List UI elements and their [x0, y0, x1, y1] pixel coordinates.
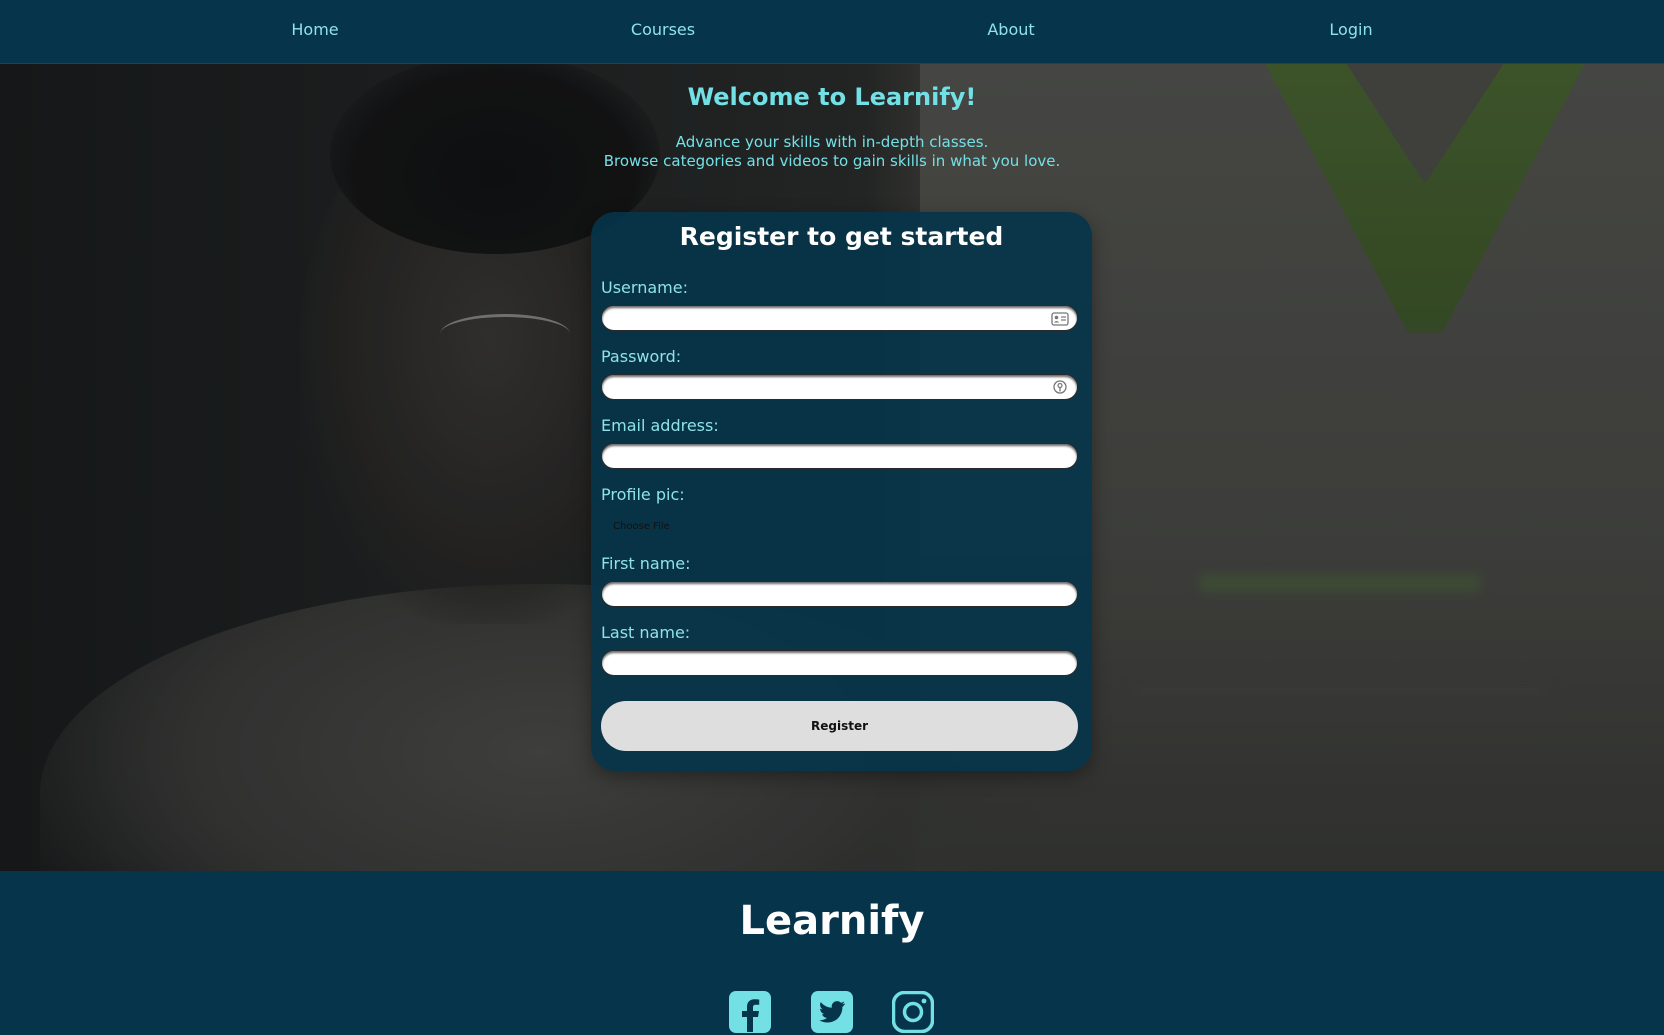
email-input[interactable]: [601, 443, 1078, 469]
welcome-subtitle-line1: Advance your skills with in-depth classe…: [675, 133, 989, 151]
username-label: Username:: [601, 278, 688, 297]
email-label: Email address:: [601, 416, 719, 435]
register-button[interactable]: Register: [601, 701, 1078, 751]
first-name-label: First name:: [601, 554, 691, 573]
footer: Learnify: [0, 871, 1664, 1035]
welcome-title: Welcome to Learnify!: [687, 83, 977, 111]
last-name-input[interactable]: [601, 650, 1078, 676]
facebook-icon[interactable]: [729, 991, 771, 1033]
last-name-label: Last name:: [601, 623, 691, 642]
password-label: Password:: [601, 347, 682, 366]
first-name-input[interactable]: [601, 581, 1078, 607]
welcome-subtitle-line2: Browse categories and videos to gain ski…: [603, 152, 1061, 170]
form-title: Register to get started: [679, 222, 1004, 251]
profile-pic-label: Profile pic:: [601, 485, 685, 504]
nav-login-link[interactable]: Login: [1329, 20, 1372, 39]
register-form: Register to get started Username: Passwo…: [591, 212, 1092, 771]
nav-about-link[interactable]: About: [987, 20, 1034, 39]
top-nav: Home Courses About Login: [0, 0, 1664, 64]
username-input[interactable]: [601, 305, 1078, 331]
twitter-icon[interactable]: [811, 991, 853, 1033]
footer-brand: Learnify: [739, 898, 925, 944]
contact-card-icon[interactable]: [1051, 311, 1069, 326]
password-input[interactable]: [601, 374, 1078, 400]
nav-home-link[interactable]: Home: [291, 20, 338, 39]
instagram-icon[interactable]: [891, 990, 935, 1034]
choose-file-button[interactable]: Choose File: [613, 521, 670, 532]
nav-courses-link[interactable]: Courses: [631, 20, 695, 39]
password-key-icon[interactable]: [1052, 380, 1070, 394]
